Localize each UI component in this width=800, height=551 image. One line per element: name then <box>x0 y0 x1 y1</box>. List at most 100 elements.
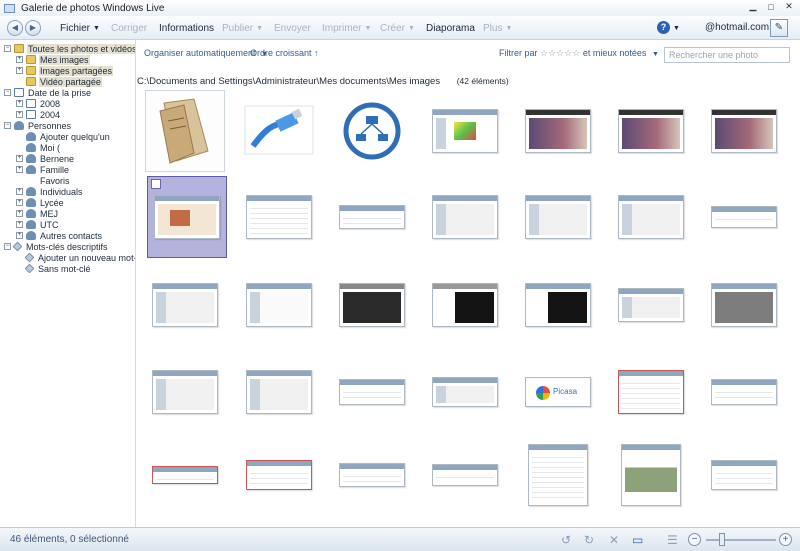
help-icon[interactable]: ? <box>657 21 670 34</box>
thumbnail-item[interactable] <box>239 176 319 258</box>
expand-icon[interactable]: + <box>16 232 23 239</box>
thumbnail-item[interactable] <box>332 264 412 346</box>
back-arrow-icon[interactable]: ◀ <box>7 19 23 36</box>
thumbnail-item[interactable] <box>791 264 797 346</box>
tree-item-autres-contacts[interactable]: + Autres contacts <box>16 230 103 241</box>
tree-item-ajouter-quelquun[interactable]: Ajouter quelqu'un <box>16 131 111 142</box>
expand-icon[interactable]: + <box>16 210 23 217</box>
tree-item-mots-cles[interactable]: − Mots-clés descriptifs <box>4 241 109 252</box>
menu-informations[interactable]: Informations <box>159 16 214 40</box>
tree-item-images-partagees[interactable]: + Images partagées <box>16 65 114 76</box>
tree-item-favoris[interactable]: Favoris <box>16 175 71 186</box>
thumbnail-item[interactable] <box>332 176 412 258</box>
thumbnail-item[interactable] <box>704 434 784 516</box>
tree-item-toutes[interactable]: − Toutes les photos et vidéos <box>4 43 135 54</box>
thumbnail-item[interactable] <box>518 90 598 172</box>
slideshow-icon[interactable]: ▭ <box>632 533 643 547</box>
thumbnail-item[interactable] <box>611 264 691 346</box>
expand-icon[interactable]: + <box>16 166 23 173</box>
thumbnail-item[interactable] <box>611 90 691 172</box>
thumbnail-item[interactable] <box>518 434 598 516</box>
delete-icon[interactable]: ✕ <box>609 533 619 547</box>
menu-plus[interactable]: Plus ▼ <box>483 16 512 40</box>
thumbnail-item[interactable] <box>611 434 691 516</box>
thumbnail-item[interactable] <box>147 176 227 258</box>
menu-imprimer[interactable]: Imprimer ▼ <box>322 16 371 40</box>
thumbnail-item[interactable] <box>704 90 784 172</box>
tree-item-sans-mot-cle[interactable]: Sans mot-clé <box>16 263 92 274</box>
thumbnail-item[interactable] <box>425 90 505 172</box>
thumbnail-item[interactable] <box>239 90 319 172</box>
menu-corriger[interactable]: Corriger <box>111 16 147 40</box>
checkbox[interactable] <box>151 179 161 189</box>
collapse-icon[interactable]: − <box>4 89 11 96</box>
thumbnail-item[interactable] <box>704 176 784 258</box>
tree-item-personnes[interactable]: − Personnes <box>4 120 72 131</box>
thumbnail-item[interactable] <box>239 264 319 346</box>
menu-envoyer[interactable]: Envoyer <box>274 16 311 40</box>
star-rating-icon[interactable]: ☆☆☆☆☆ <box>540 48 580 58</box>
expand-icon[interactable]: + <box>16 155 23 162</box>
thumbnail-item[interactable] <box>332 351 412 433</box>
thumbnail-item[interactable] <box>145 264 225 346</box>
tree-item-2004[interactable]: +2004 <box>16 109 61 120</box>
close-icon[interactable]: ✕ <box>780 0 798 13</box>
thumbnail-item[interactable] <box>704 351 784 433</box>
expand-icon[interactable]: + <box>16 199 23 206</box>
tree-item-utc[interactable]: + UTC <box>16 219 60 230</box>
rating-filter[interactable]: Filtrer par ☆☆☆☆☆ et mieux notées ▼ <box>499 48 659 59</box>
thumbnail-item[interactable] <box>704 264 784 346</box>
details-view-icon[interactable]: ☰ <box>667 533 678 547</box>
menu-diaporama[interactable]: Diaporama <box>426 16 475 40</box>
tree-item-ajouter-mot-cle[interactable]: Ajouter un nouveau mot-clé <box>16 252 135 263</box>
menu-fichier[interactable]: Fichier ▼ <box>60 16 100 40</box>
thumbnail-item[interactable] <box>425 434 505 516</box>
thumbnail-item[interactable] <box>332 90 412 172</box>
expand-icon[interactable]: + <box>16 56 23 63</box>
tree-item-video-partagee[interactable]: Vidéo partagée <box>16 76 102 87</box>
collapse-icon[interactable]: − <box>4 45 11 52</box>
account-menu[interactable]: @hotmail.com▼ <box>705 16 779 40</box>
search-input[interactable]: Rechercher une photo <box>664 47 790 63</box>
thumbnail-item[interactable] <box>425 264 505 346</box>
sort-button[interactable]: Ordre croissant ↑ <box>250 48 319 58</box>
forward-arrow-icon[interactable]: ▶ <box>25 19 41 36</box>
thumbnail-item[interactable] <box>425 351 505 433</box>
thumbnail-item[interactable] <box>518 176 598 258</box>
thumbnail-item[interactable] <box>145 90 225 172</box>
expand-icon[interactable]: + <box>16 100 23 107</box>
thumbnail-item[interactable] <box>145 434 225 516</box>
tree-item-lycee[interactable]: + Lycée <box>16 197 65 208</box>
expand-icon[interactable]: + <box>16 188 23 195</box>
zoom-out-icon[interactable]: − <box>688 533 701 546</box>
thumbnail-item[interactable] <box>332 434 412 516</box>
tree-item-moi[interactable]: Moi ( <box>16 142 61 153</box>
maximize-icon[interactable]: □ <box>762 0 780 13</box>
tree-item-2008[interactable]: +2008 <box>16 98 61 109</box>
thumbnail-item[interactable] <box>611 351 691 433</box>
thumbnail-item[interactable] <box>425 176 505 258</box>
minimize-icon[interactable]: ▁ <box>744 0 762 13</box>
zoom-slider[interactable] <box>706 539 776 541</box>
expand-icon[interactable]: + <box>16 221 23 228</box>
tree-item-famille[interactable]: + Famille <box>16 164 70 175</box>
thumbnail-item[interactable] <box>145 351 225 433</box>
menu-creer[interactable]: Créer ▼ <box>380 16 415 40</box>
pen-icon[interactable]: ✎ <box>770 19 788 37</box>
thumbnail-item[interactable]: Picasa <box>518 351 598 433</box>
tree-item-mes-images[interactable]: + Mes images <box>16 54 90 65</box>
menu-publier[interactable]: Publier ▼ <box>222 16 263 40</box>
zoom-in-icon[interactable]: + <box>779 533 792 546</box>
rotate-left-icon[interactable]: ↺ <box>561 533 571 547</box>
tree-item-bernene[interactable]: + Bernene <box>16 153 75 164</box>
expand-icon[interactable]: + <box>16 111 23 118</box>
tree-item-date[interactable]: − Date de la prise <box>4 87 92 98</box>
collapse-icon[interactable]: − <box>4 243 11 250</box>
thumbnail-item[interactable] <box>239 434 319 516</box>
zoom-slider-handle[interactable] <box>719 533 725 546</box>
tree-item-mej[interactable]: + MEJ <box>16 208 59 219</box>
tree-item-individuals[interactable]: + Individuals <box>16 186 84 197</box>
chevron-down-icon[interactable]: ▼ <box>673 16 680 40</box>
rotate-right-icon[interactable]: ↻ <box>584 533 594 547</box>
collapse-icon[interactable]: − <box>4 122 11 129</box>
